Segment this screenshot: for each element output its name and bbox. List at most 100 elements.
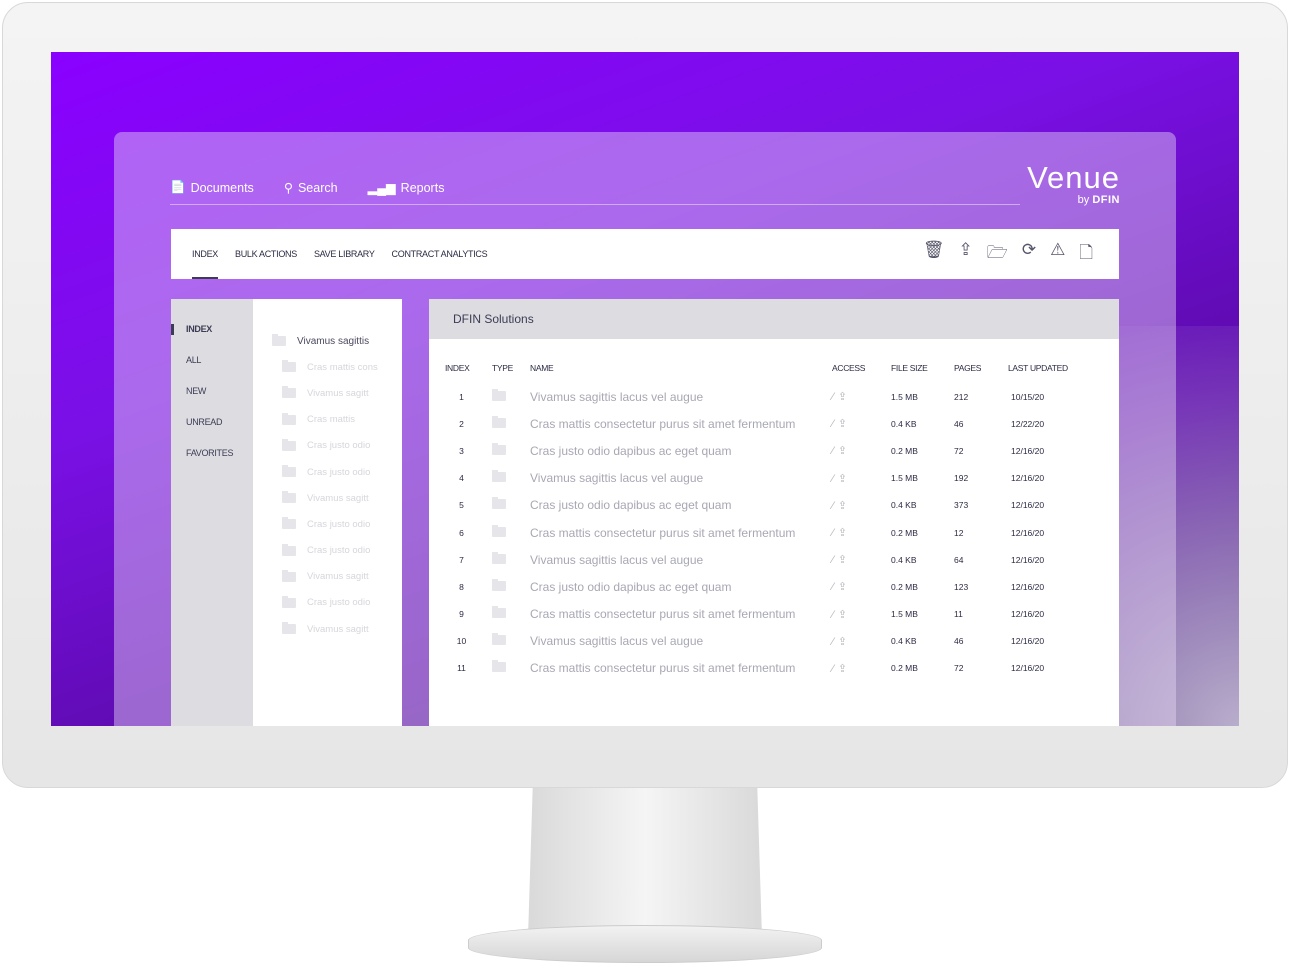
upload-icon[interactable]: ⇪ <box>838 609 851 621</box>
row-name[interactable]: Cras justo odio dapibus ac eget quam <box>530 573 832 600</box>
tree-item[interactable]: Cras mattis cons <box>253 354 402 380</box>
upload-icon[interactable]: ⇪ <box>838 500 851 512</box>
tree-item[interactable]: Cras justo odio <box>253 538 402 564</box>
tree-item[interactable]: Cras justo odio <box>253 459 402 485</box>
monitor-base <box>468 925 822 963</box>
sidebar-item-unread[interactable]: UNREAD <box>186 407 253 438</box>
tree-item[interactable]: Cras justo odio <box>253 433 402 459</box>
row-last-updated: 12/16/20 <box>1011 554 1045 565</box>
table-row[interactable]: 6 Cras mattis consectetur purus sit amet … <box>445 519 1068 546</box>
table-row[interactable]: 2 Cras mattis consectetur purus sit amet … <box>445 410 1068 437</box>
upload-icon[interactable]: ⇪ <box>838 391 851 403</box>
row-name[interactable]: Cras mattis consectetur purus sit amet f… <box>530 601 832 628</box>
row-index: 1 <box>459 391 464 402</box>
row-last-updated: 12/16/20 <box>1011 473 1045 484</box>
documents-icon: 📄 <box>170 180 186 194</box>
row-name[interactable]: Vivamus sagittis lacus vel augue <box>530 383 832 410</box>
table-row[interactable]: 4 Vivamus sagittis lacus vel augue ⁄⇪ 1.5 M… <box>445 465 1068 492</box>
tree-item[interactable]: Vivamus sagitt <box>253 616 402 642</box>
tree-item[interactable]: Cras justo odio <box>253 511 402 537</box>
row-last-updated: 12/16/20 <box>1011 500 1045 511</box>
upload-icon[interactable]: ⇪ <box>958 240 972 269</box>
upload-icon[interactable]: ⇪ <box>838 527 851 539</box>
col-access[interactable]: ACCESS <box>832 353 891 383</box>
row-file-size: 0.2 MB <box>891 527 918 538</box>
row-file-size: 1.5 MB <box>891 609 918 620</box>
col-file-size[interactable]: FILE SIZE <box>891 353 954 383</box>
row-pages: 123 <box>954 581 969 592</box>
row-index: 9 <box>459 609 464 620</box>
row-name[interactable]: Cras justo odio dapibus ac eget quam <box>530 437 832 464</box>
sidebar-item-new[interactable]: NEW <box>186 376 253 407</box>
upload-icon[interactable]: ⇪ <box>838 445 851 457</box>
sidebar-item-index[interactable]: INDEX <box>171 314 253 345</box>
table-row[interactable]: 9 Cras mattis consectetur purus sit amet … <box>445 601 1068 628</box>
upload-icon[interactable]: ⇪ <box>838 554 851 566</box>
tree-item[interactable]: Cras justo odio <box>253 590 402 616</box>
row-pages: 46 <box>954 418 964 429</box>
tree-item[interactable]: Cras mattis <box>253 407 402 433</box>
monitor-stand <box>528 788 762 938</box>
upload-icon[interactable]: ⇪ <box>838 581 851 593</box>
nav-search[interactable]: ⚲ Search <box>284 180 338 196</box>
row-file-size: 0.2 MB <box>891 445 918 456</box>
row-file-size: 1.5 MB <box>891 473 918 484</box>
tab-save-library[interactable]: SAVE LIBRARY <box>314 229 375 279</box>
row-name[interactable]: Cras mattis consectetur purus sit amet f… <box>530 655 832 682</box>
col-index[interactable]: INDEX <box>445 353 492 383</box>
row-name[interactable]: Cras mattis consectetur purus sit amet f… <box>530 410 832 437</box>
folder-icon <box>272 334 286 347</box>
table-row[interactable]: 3 Cras justo odio dapibus ac eget quam ⁄⇪ 0… <box>445 437 1068 464</box>
folder-icon <box>492 551 506 564</box>
bar-chart-icon: ▂▄▆ <box>367 181 396 195</box>
row-name[interactable]: Cras mattis consectetur purus sit amet f… <box>530 519 832 546</box>
table-row[interactable]: 5 Cras justo odio dapibus ac eget quam ⁄⇪ 0… <box>445 492 1068 519</box>
sidebar-item-all[interactable]: ALL <box>186 345 253 376</box>
upload-icon[interactable]: ⇪ <box>838 636 851 648</box>
row-index: 4 <box>459 473 464 484</box>
tab-index[interactable]: INDEX <box>192 229 218 279</box>
tree-item[interactable]: Vivamus sagitt <box>253 564 402 590</box>
col-pages[interactable]: PAGES <box>954 353 1008 383</box>
nav-reports[interactable]: ▂▄▆ Reports <box>367 180 445 196</box>
col-type[interactable]: TYPE <box>492 353 530 383</box>
row-last-updated: 12/16/20 <box>1011 636 1045 647</box>
warning-icon[interactable]: ⚠ <box>1050 240 1065 269</box>
folder-tree: Vivamus sagittis Cras mattis cons Vivamus… <box>253 299 402 726</box>
upload-icon[interactable]: ⇪ <box>838 418 851 430</box>
folder-icon <box>492 660 506 673</box>
table-row[interactable]: 10 Vivamus sagittis lacus vel augue ⁄⇪ 0.4 … <box>445 628 1068 655</box>
row-name[interactable]: Vivamus sagittis lacus vel augue <box>530 628 832 655</box>
tab-bulk-actions[interactable]: BULK ACTIONS <box>235 229 297 279</box>
row-name[interactable]: Vivamus sagittis lacus vel augue <box>530 546 832 573</box>
row-pages: 12 <box>954 527 964 538</box>
refresh-icon[interactable]: ⟳ <box>1022 240 1036 269</box>
row-last-updated: 12/16/20 <box>1011 609 1045 620</box>
row-index: 2 <box>459 418 464 429</box>
row-name[interactable]: Cras justo odio dapibus ac eget quam <box>530 492 832 519</box>
tree-item[interactable]: Vivamus sagitt <box>253 380 402 406</box>
row-pages: 64 <box>954 554 964 565</box>
nav-documents[interactable]: 📄 Documents <box>170 180 254 195</box>
trash-icon[interactable]: 🗑 <box>923 240 945 269</box>
tree-item[interactable]: Vivamus sagitt <box>253 485 402 511</box>
row-file-size: 0.2 MB <box>891 663 918 674</box>
row-pages: 46 <box>954 636 964 647</box>
document-icon[interactable]: 🗋 <box>1079 240 1093 269</box>
tree-root[interactable]: Vivamus sagittis <box>253 328 402 354</box>
table-row[interactable]: 8 Cras justo odio dapibus ac eget quam ⁄⇪ 0… <box>445 573 1068 600</box>
upload-icon[interactable]: ⇪ <box>838 473 851 485</box>
col-last-updated[interactable]: LAST UPDATED <box>1008 353 1068 383</box>
sidebar-item-favorites[interactable]: FAVORITES <box>186 438 253 469</box>
table-row[interactable]: 7 Vivamus sagittis lacus vel augue ⁄⇪ 0.4 K… <box>445 546 1068 573</box>
row-file-size: 0.4 KB <box>891 418 917 429</box>
folder-add-icon[interactable]: 🗁 <box>987 240 1008 269</box>
folder-icon <box>282 386 296 399</box>
col-name[interactable]: NAME <box>530 353 832 383</box>
folder-icon <box>282 517 296 530</box>
upload-icon[interactable]: ⇪ <box>838 663 851 675</box>
table-row[interactable]: 11 Cras mattis consectetur purus sit amet… <box>445 655 1068 682</box>
table-row[interactable]: 1 Vivamus sagittis lacus vel augue ⁄⇪ 1.5 M… <box>445 383 1068 410</box>
row-name[interactable]: Vivamus sagittis lacus vel augue <box>530 465 832 492</box>
tab-contract-analytics[interactable]: CONTRACT ANALYTICS <box>392 229 488 279</box>
